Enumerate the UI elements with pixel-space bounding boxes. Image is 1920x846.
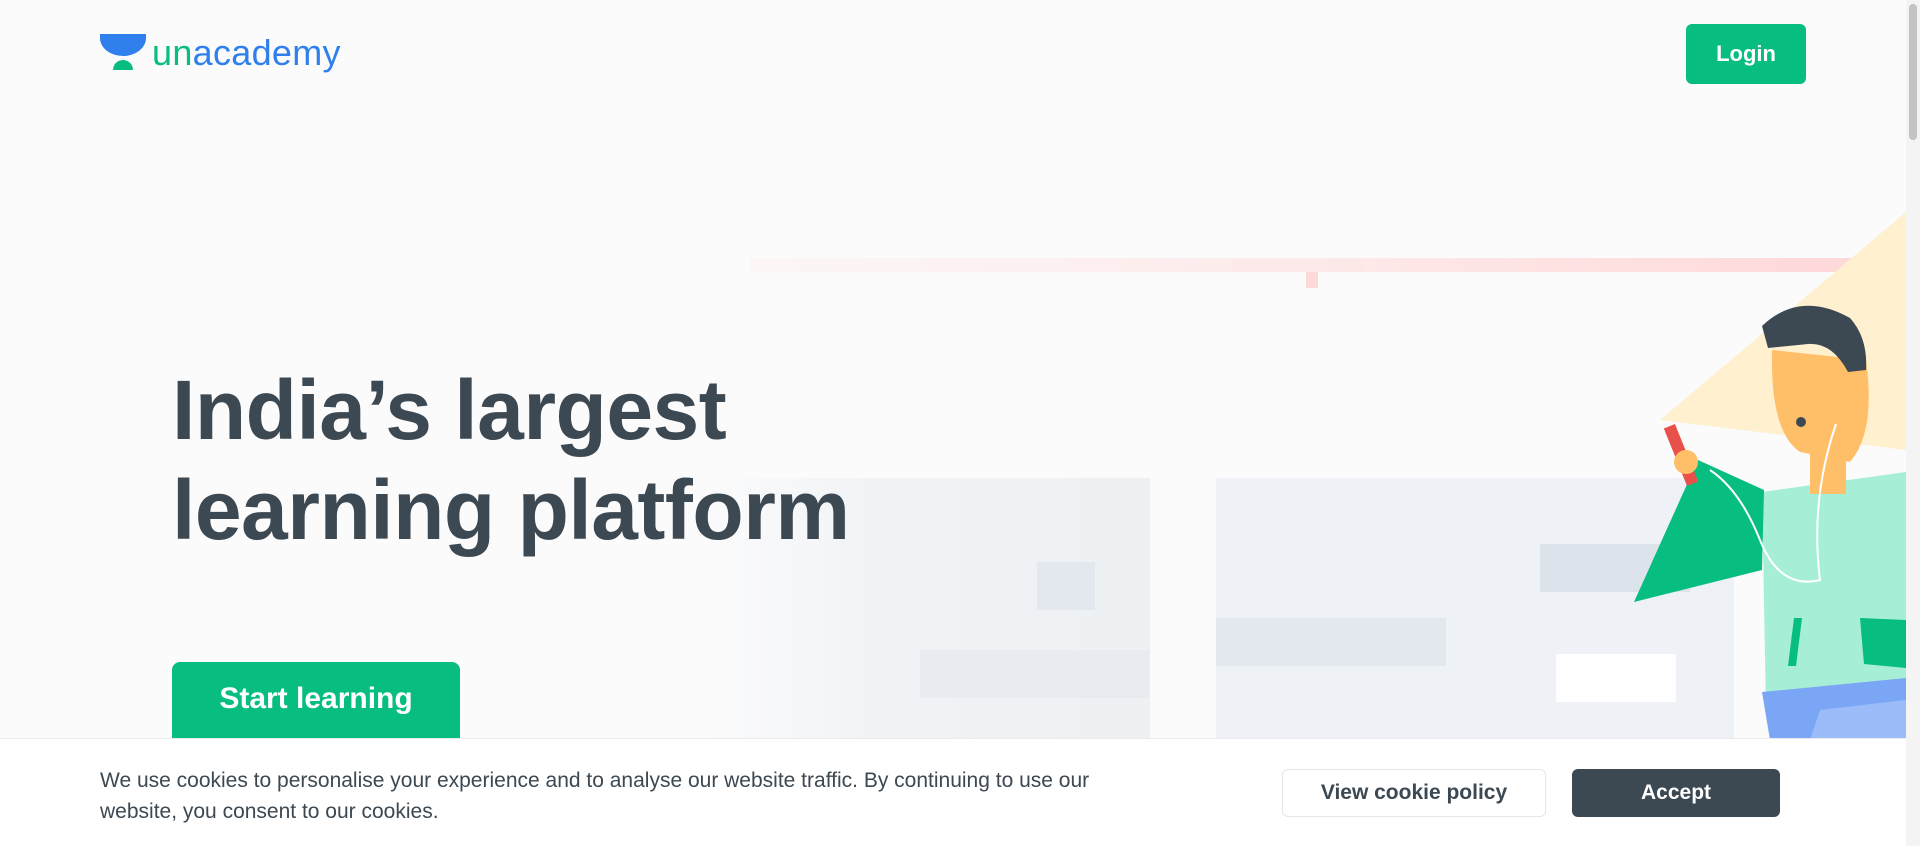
cookie-message: We use cookies to personalise your exper… xyxy=(100,769,1090,823)
logo-text-accent: academy xyxy=(192,32,341,73)
unacademy-logo-icon xyxy=(100,34,146,72)
login-button[interactable]: Login xyxy=(1686,24,1806,84)
hero-title-line-1: India’s largest xyxy=(172,363,727,457)
scrollbar-thumb[interactable] xyxy=(1909,4,1917,140)
logo-wordmark: unacademy xyxy=(152,35,341,71)
hero-title-line-2: learning platform xyxy=(172,463,850,557)
cookie-banner: We use cookies to personalise your exper… xyxy=(0,738,1906,846)
landing-page: unacademy Login India’s largest learning… xyxy=(0,0,1920,846)
scrollbar[interactable] xyxy=(1906,0,1920,846)
view-cookie-policy-button[interactable]: View cookie policy xyxy=(1282,769,1546,817)
accept-cookies-button[interactable]: Accept xyxy=(1572,769,1780,817)
logo-text-primary: un xyxy=(152,32,193,73)
logo[interactable]: unacademy xyxy=(100,34,341,72)
hero-title: India’s largest learning platform xyxy=(172,360,992,560)
